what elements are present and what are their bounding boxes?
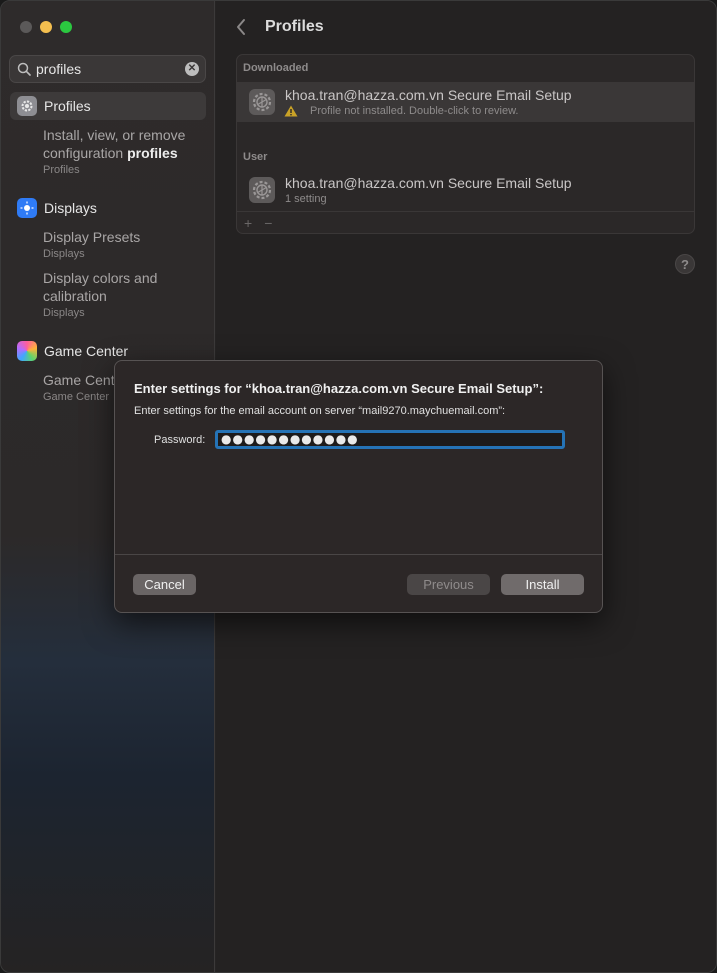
search-result-display-colors[interactable]: Display colors and calibration Displays	[43, 269, 208, 320]
sidebar-item-label: Profiles	[44, 98, 91, 114]
profile-detail: 1 setting	[285, 193, 327, 205]
sidebar-item-label: Displays	[44, 200, 97, 216]
result-category: Displays	[43, 307, 85, 319]
profile-row-downloaded[interactable]: khoa.tran@hazza.com.vn Secure Email Setu…	[237, 82, 694, 122]
profile-gear-icon	[249, 89, 275, 115]
window-controls	[20, 21, 72, 33]
profile-row-user[interactable]: khoa.tran@hazza.com.vn Secure Email Setu…	[237, 170, 694, 210]
clear-icon[interactable]: ✕	[185, 62, 199, 76]
profile-status-text: Profile not installed. Double-click to r…	[310, 105, 519, 117]
dialog-title: Enter settings for “khoa.tran@hazza.com.…	[134, 381, 544, 396]
profile-name: khoa.tran@hazza.com.vn Secure Email Setu…	[285, 175, 572, 191]
search-input[interactable]	[36, 60, 186, 78]
warning-icon	[284, 105, 298, 117]
cancel-button[interactable]: Cancel	[133, 574, 196, 595]
magnifier-icon	[17, 62, 31, 76]
password-label: Password:	[154, 434, 206, 446]
add-remove-controls: + −	[244, 215, 272, 231]
profiles-gear-icon	[17, 96, 37, 116]
game-center-icon	[17, 341, 37, 361]
dialog-subtitle: Enter settings for the email account on …	[134, 405, 506, 417]
minimize-window-button[interactable]	[40, 21, 52, 33]
result-category: Displays	[43, 248, 85, 260]
add-profile-button[interactable]: +	[244, 215, 252, 231]
previous-button[interactable]: Previous	[407, 574, 490, 595]
list-divider	[237, 211, 694, 212]
section-label-downloaded: Downloaded	[243, 62, 309, 74]
search-result-display-presets[interactable]: Display Presets Displays	[43, 228, 208, 261]
displays-sun-icon	[17, 198, 37, 218]
result-category: Profiles	[43, 164, 80, 176]
chevron-left-icon	[237, 19, 245, 35]
result-text: Display Presets	[43, 229, 141, 245]
sidebar-item-displays[interactable]: Displays	[10, 194, 206, 222]
system-settings-window: ✕ Profiles Install, view, or remove conf…	[0, 0, 717, 973]
install-button[interactable]: Install	[501, 574, 584, 595]
profile-gear-icon	[249, 177, 275, 203]
back-button[interactable]	[235, 18, 251, 38]
search-field[interactable]: ✕	[9, 55, 206, 83]
enter-settings-dialog: Enter settings for “khoa.tran@hazza.com.…	[114, 360, 603, 613]
profile-name: khoa.tran@hazza.com.vn Secure Email Setu…	[285, 87, 572, 103]
maximize-window-button[interactable]	[60, 21, 72, 33]
profiles-list-panel: Downloaded khoa.tran@hazza.com.vn Secure…	[236, 54, 695, 234]
page-title: Profiles	[265, 18, 324, 35]
dialog-separator	[115, 554, 602, 555]
sidebar-item-label: Game Center	[44, 343, 129, 359]
sidebar-item-profiles[interactable]: Profiles	[10, 92, 206, 120]
help-button[interactable]: ?	[675, 254, 695, 274]
close-window-button[interactable]	[20, 21, 32, 33]
result-text: Install, view, or remove configuration p…	[43, 127, 186, 161]
password-field[interactable]: ●●●●●●●●●●●●	[215, 430, 565, 449]
search-result-profiles-install[interactable]: Install, view, or remove configuration p…	[43, 126, 208, 177]
result-text: Display colors and calibration	[43, 270, 158, 304]
section-label-user: User	[243, 151, 268, 163]
profile-status: Profile not installed. Double-click to r…	[284, 105, 519, 117]
remove-profile-button[interactable]: −	[264, 215, 272, 231]
